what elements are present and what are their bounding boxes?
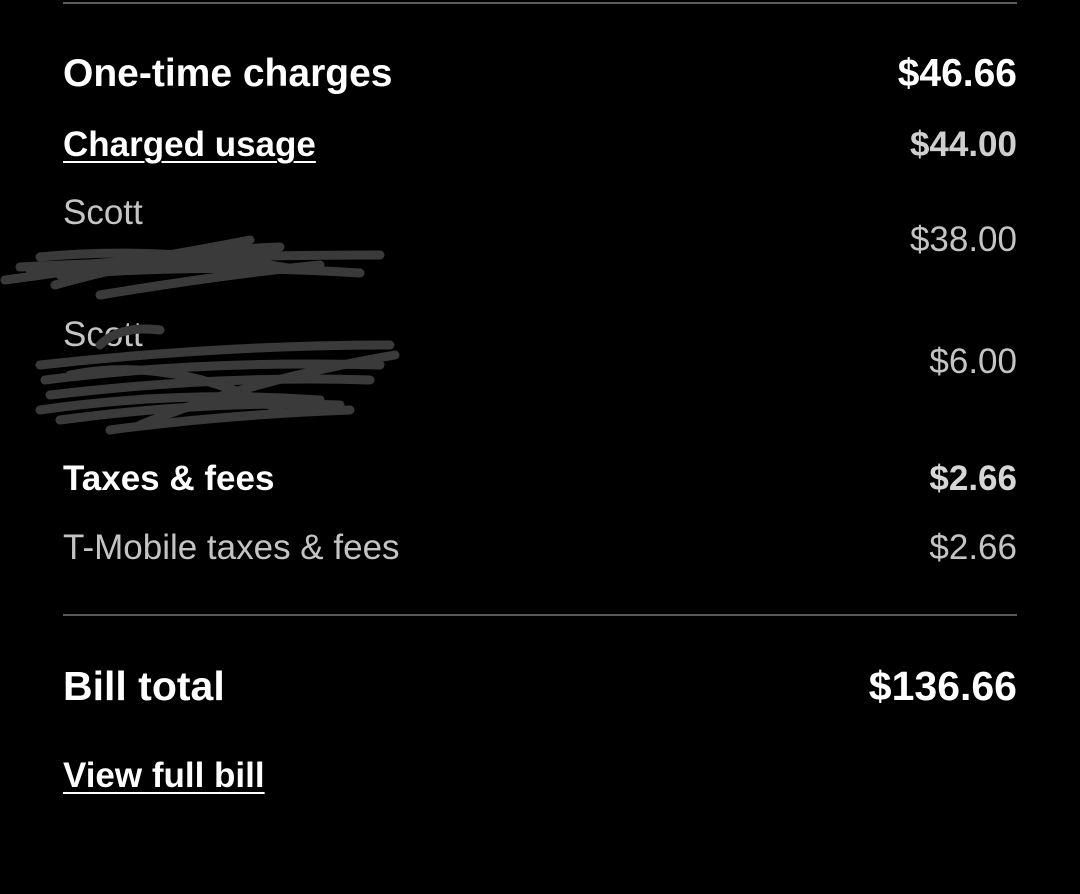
top-divider (63, 2, 1017, 4)
tax-line-item: T-Mobile taxes & fees $2.66 (63, 526, 1017, 570)
bill-total-label: Bill total (63, 662, 225, 709)
usage-line-item: Scott $6.00 (63, 312, 1017, 422)
tax-line-amount: $2.66 (929, 528, 1017, 567)
bill-total-row: Bill total $136.66 (63, 660, 1017, 712)
taxes-fees-row: Taxes & fees $2.66 (63, 457, 1017, 501)
charged-usage-amount: $44.00 (909, 125, 1017, 164)
bill-total-amount: $136.66 (868, 662, 1017, 709)
view-full-bill-link[interactable]: View full bill (63, 756, 265, 796)
charged-usage-row: Charged usage $44.00 (63, 123, 1017, 167)
one-time-charges-title: One-time charges (63, 52, 393, 95)
usage-line-name: Scott (63, 193, 143, 232)
usage-line-amount: $38.00 (909, 220, 1017, 259)
total-divider (63, 614, 1017, 616)
one-time-charges-header: One-time charges $46.66 (63, 50, 1017, 98)
usage-line-amount: $6.00 (929, 342, 1017, 381)
taxes-fees-amount: $2.66 (929, 459, 1017, 498)
tax-line-name: T-Mobile taxes & fees (63, 528, 400, 567)
charged-usage-link[interactable]: Charged usage (63, 125, 316, 165)
usage-line-name: Scott (63, 315, 143, 354)
one-time-charges-amount: $46.66 (897, 52, 1017, 95)
usage-line-item: Scott $38.00 (63, 190, 1017, 300)
taxes-fees-label: Taxes & fees (63, 459, 275, 498)
